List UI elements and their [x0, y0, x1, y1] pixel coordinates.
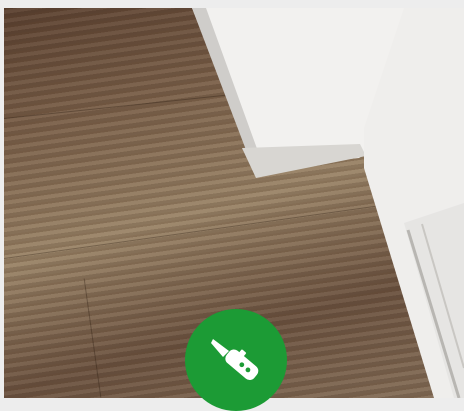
tool-badge [185, 309, 287, 411]
baseboard [242, 144, 366, 178]
utility-knife-icon [211, 339, 259, 380]
